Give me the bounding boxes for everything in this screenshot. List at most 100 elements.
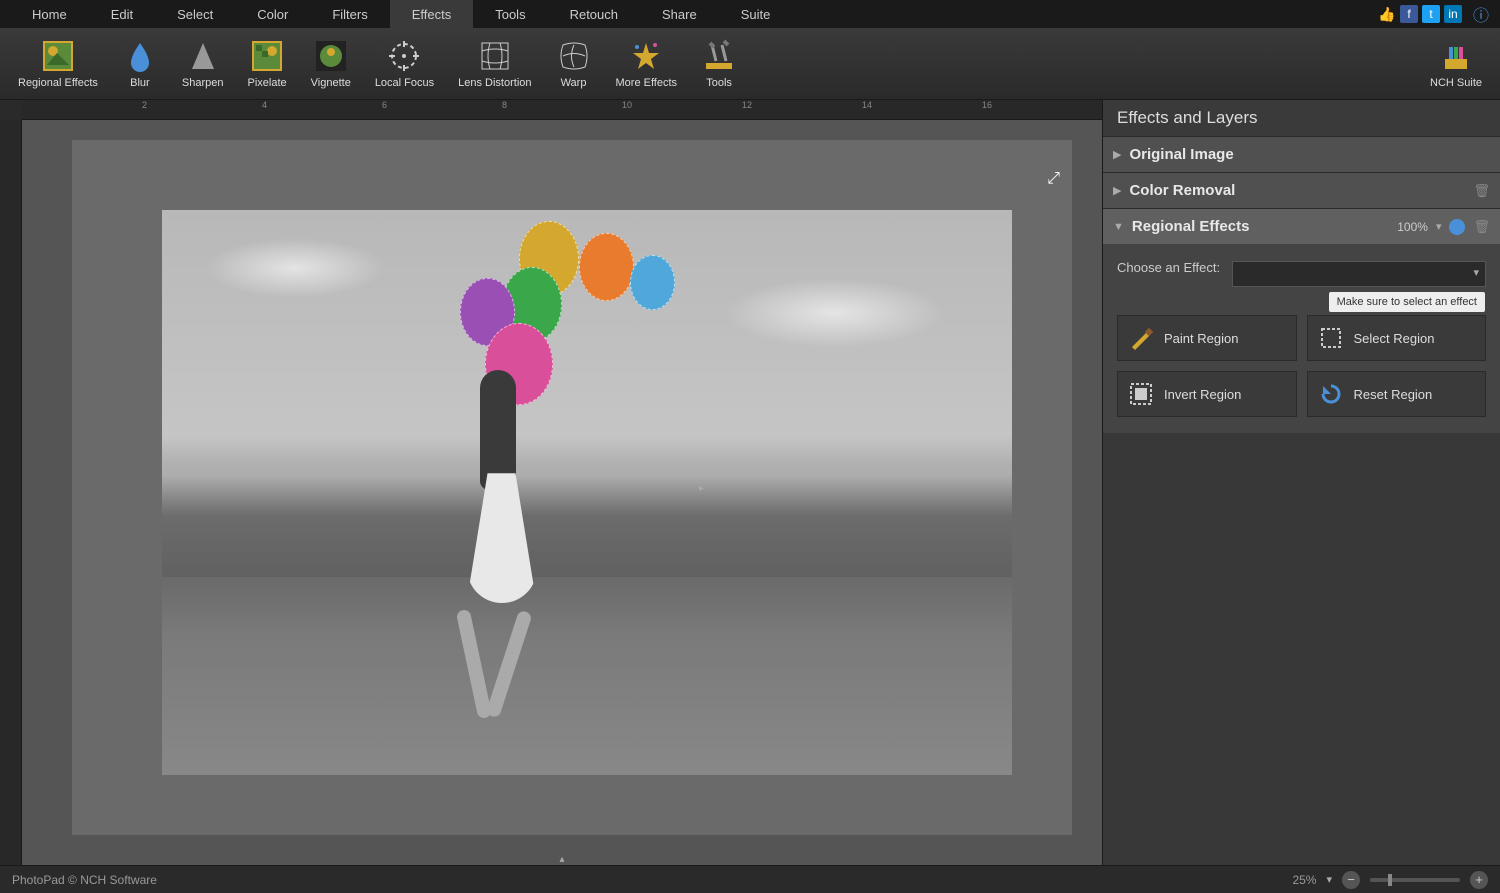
image-ground [162,577,1012,775]
layer-label: Original Image [1129,146,1233,163]
effect-dropdown[interactable]: Make sure to select an effect [1232,261,1486,287]
layer-color-removal[interactable]: ▶ Color Removal 🗑 [1103,172,1500,208]
chevron-down-icon: ▼ [1113,221,1124,233]
pixelate-icon [250,39,284,73]
invert-region-button[interactable]: Invert Region [1117,371,1297,417]
invert-region-icon [1128,381,1154,407]
choose-effect-label: Choose an Effect: [1117,260,1220,275]
zoom-slider[interactable] [1370,878,1460,882]
chevron-down-icon[interactable]: ▾ [1326,873,1332,886]
tool-label: Sharpen [182,77,224,89]
image-trees [162,476,1012,578]
menu-share[interactable]: Share [640,0,719,28]
regional-effects-icon [41,39,75,73]
tool-regional-effects[interactable]: Regional Effects [6,35,110,93]
tool-sharpen[interactable]: Sharpen [170,35,236,93]
tool-lens-distortion[interactable]: Lens Distortion [446,35,543,93]
panel-spacer [1103,433,1500,865]
reset-region-icon [1318,381,1344,407]
image-balloon [630,255,675,310]
menu-suite[interactable]: Suite [719,0,793,28]
nch-suite-icon [1439,39,1473,73]
menubar: Home Edit Select Color Filters Effects T… [0,0,1500,28]
region-btn-label: Reset Region [1354,387,1433,402]
image-cloud [724,278,944,348]
chevron-right-icon: ▶ [1113,148,1121,161]
collapse-right-icon[interactable]: ▸ [699,483,704,494]
toolbar: Regional Effects Blur Sharpen Pixelate V… [0,28,1500,100]
reset-region-button[interactable]: Reset Region [1307,371,1487,417]
zoom-out-button[interactable]: − [1342,871,1360,889]
main: 2 4 6 8 10 12 14 16 ⤢ [0,100,1500,865]
chevron-right-icon: ▶ [1113,184,1121,197]
tool-local-focus[interactable]: Local Focus [363,35,446,93]
layer-label: Color Removal [1129,182,1235,199]
vignette-icon [314,39,348,73]
layer-original-image[interactable]: ▶ Original Image [1103,136,1500,172]
canvas-image[interactable] [162,210,1012,775]
menu-tools[interactable]: Tools [473,0,547,28]
tool-pixelate[interactable]: Pixelate [236,35,299,93]
blur-icon [123,39,157,73]
ruler-tick: 14 [862,100,872,110]
tools-icon [702,39,736,73]
expand-icon[interactable]: ⤢ [1047,170,1060,188]
tool-label: Local Focus [375,77,434,89]
collapse-bottom-icon[interactable]: ▴ [559,854,564,865]
canvas-viewport[interactable]: ⤢ [22,120,1102,865]
ruler-tick: 12 [742,100,752,110]
ruler-tick: 2 [142,100,147,110]
trash-icon[interactable]: 🗑 [1473,219,1490,235]
status-credit: PhotoPad © NCH Software [12,873,157,887]
menu-retouch[interactable]: Retouch [548,0,640,28]
like-icon[interactable]: 👍 [1378,5,1396,23]
regional-effects-body: Choose an Effect: Make sure to select an… [1103,244,1500,433]
layer-label: Regional Effects [1132,218,1250,235]
zoom-in-button[interactable]: + [1470,871,1488,889]
facebook-icon[interactable]: f [1400,5,1418,23]
select-region-icon [1318,325,1344,351]
paint-icon [1128,325,1154,351]
menu-home[interactable]: Home [10,0,89,28]
more-effects-icon [629,39,663,73]
layer-opacity[interactable]: 100% [1397,220,1428,234]
menu-select[interactable]: Select [155,0,235,28]
menubar-left: Home Edit Select Color Filters Effects T… [10,0,792,28]
tool-tools[interactable]: Tools [689,35,749,93]
tool-blur[interactable]: Blur [110,35,170,93]
chevron-down-icon: ▾ [1436,220,1442,233]
toolbar-right: NCH Suite [1418,35,1494,93]
trash-icon[interactable]: 🗑 [1473,183,1490,199]
tool-label: Regional Effects [18,77,98,89]
menu-effects[interactable]: Effects [390,0,474,28]
ruler-horizontal: 2 4 6 8 10 12 14 16 [22,100,1102,120]
status-right: 25% ▾ − + [1292,871,1488,889]
statusbar: PhotoPad © NCH Software 25% ▾ − + [0,865,1500,893]
undo-icon[interactable] [1449,219,1465,235]
region-btn-label: Invert Region [1164,387,1241,402]
tool-more-effects[interactable]: More Effects [604,35,690,93]
tool-label: Lens Distortion [458,77,531,89]
tool-label: More Effects [616,77,678,89]
ruler-tick: 10 [622,100,632,110]
layer-regional-effects[interactable]: ▼ Regional Effects 100% ▾ 🗑 [1103,208,1500,244]
menu-edit[interactable]: Edit [89,0,155,28]
select-region-button[interactable]: Select Region [1307,315,1487,361]
menu-filters[interactable]: Filters [310,0,389,28]
zoom-value: 25% [1292,873,1316,887]
tool-label: Blur [130,77,150,89]
paint-region-button[interactable]: Paint Region [1117,315,1297,361]
tool-vignette[interactable]: Vignette [299,35,363,93]
region-btn-label: Select Region [1354,331,1435,346]
linkedin-icon[interactable]: in [1444,5,1462,23]
toolbar-left: Regional Effects Blur Sharpen Pixelate V… [6,35,749,93]
menu-color[interactable]: Color [235,0,310,28]
tool-nch-suite[interactable]: NCH Suite [1418,35,1494,93]
help-icon[interactable]: ⓘ [1472,5,1490,23]
tool-label: Tools [706,77,732,89]
warp-icon [557,39,591,73]
image-figure [434,323,564,719]
twitter-icon[interactable]: t [1422,5,1440,23]
tool-label: Warp [561,77,587,89]
tool-warp[interactable]: Warp [544,35,604,93]
